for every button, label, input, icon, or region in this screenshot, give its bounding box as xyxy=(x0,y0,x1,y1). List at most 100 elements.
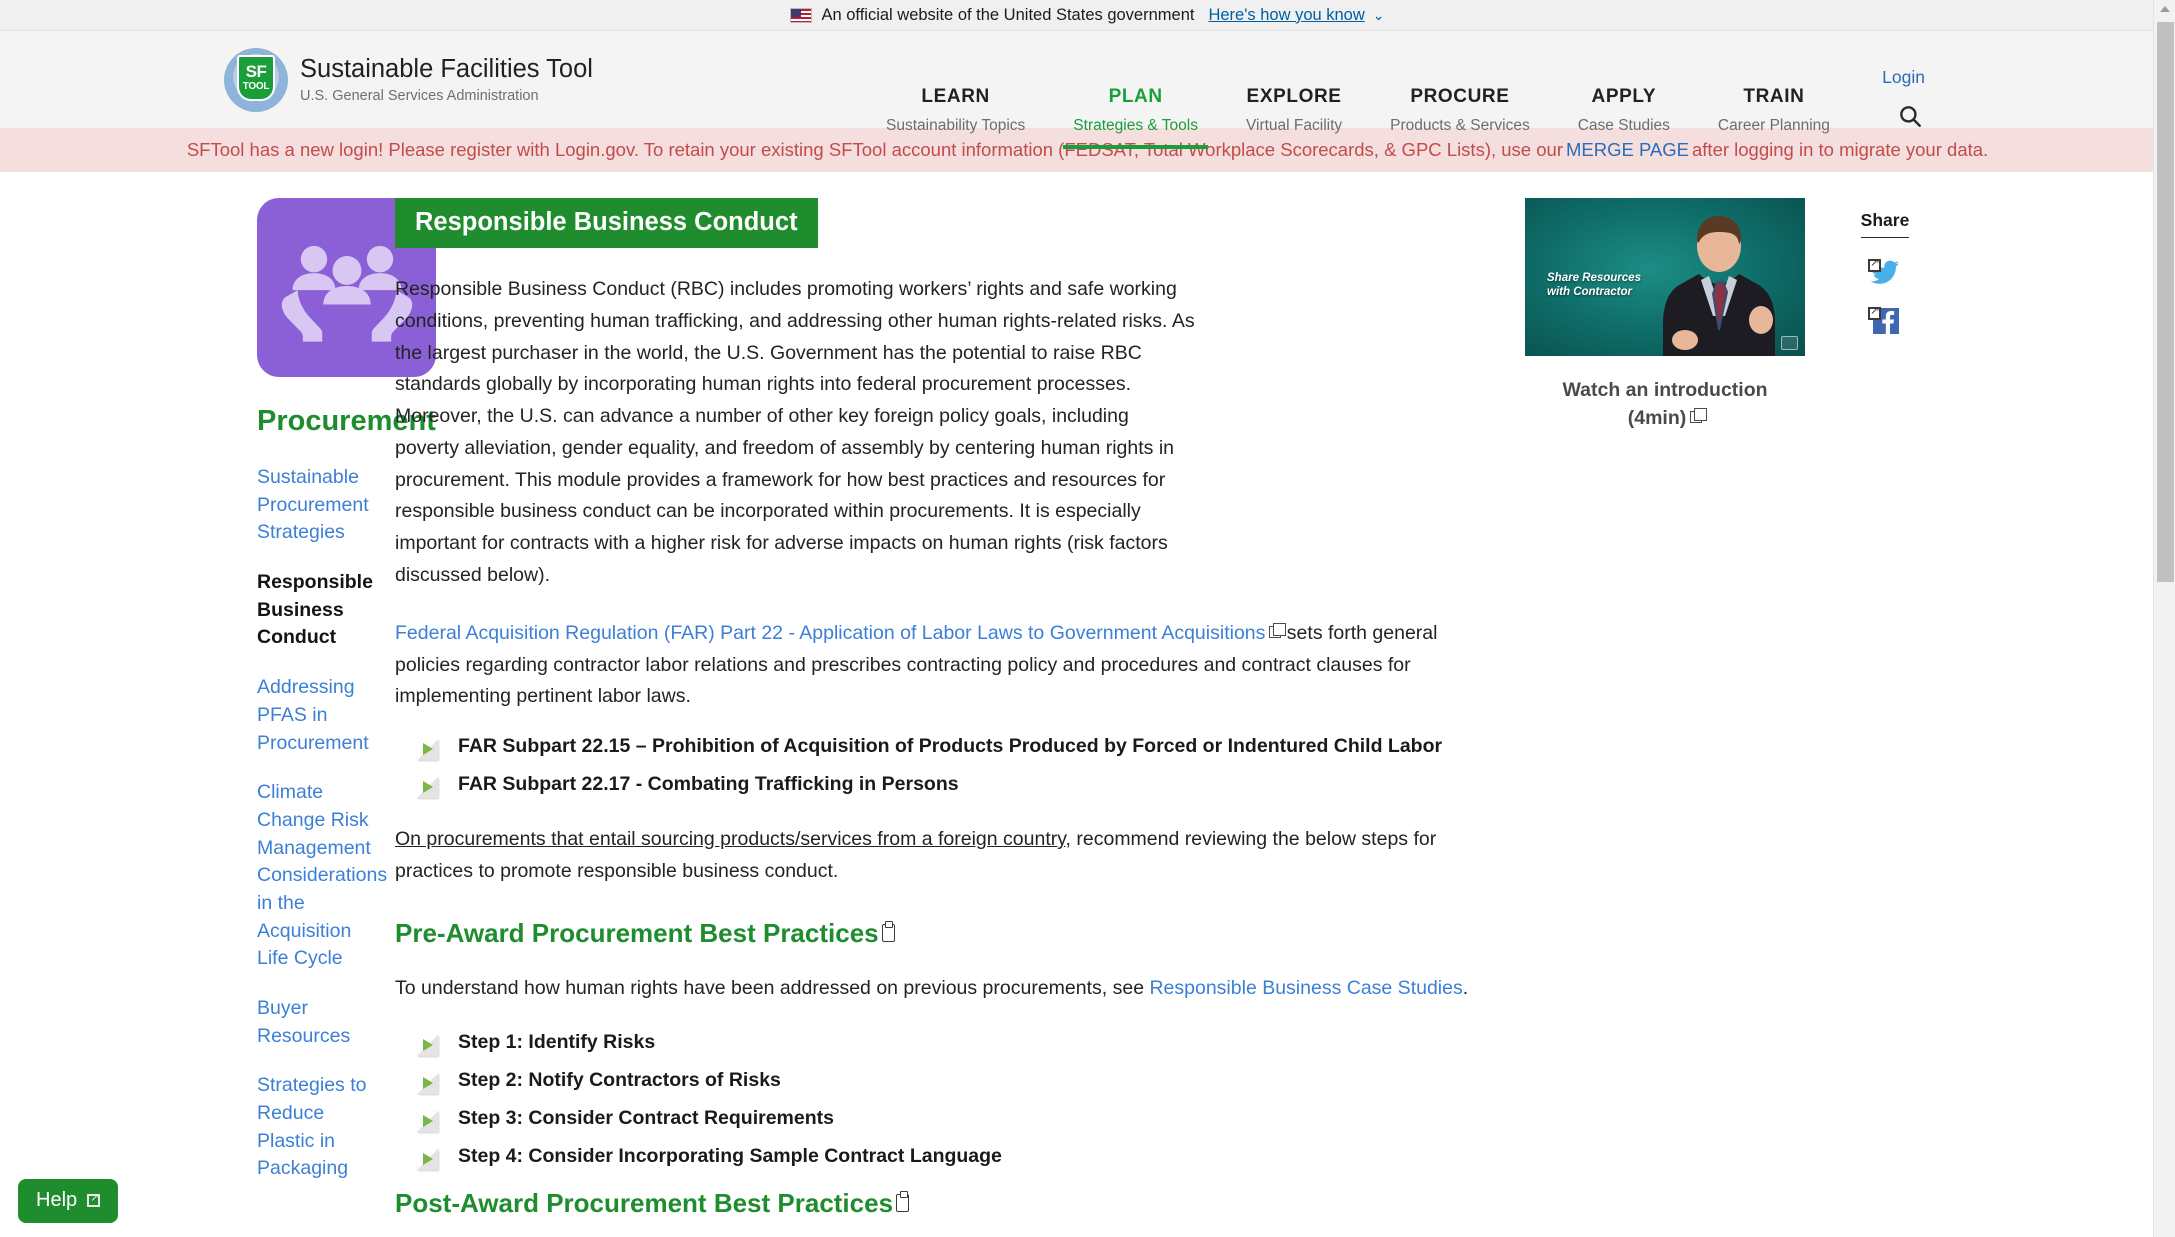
video-caption-line2: (4min) xyxy=(1627,407,1687,430)
clipboard-icon[interactable] xyxy=(896,1191,910,1212)
nav-item-procure[interactable]: PROCURE Products & Services xyxy=(1366,86,1554,135)
sidebar-item-responsible-business-conduct[interactable]: Responsible Business Conduct xyxy=(257,569,379,652)
nav-learn-title: LEARN xyxy=(921,86,990,107)
facebook-share-icon[interactable] xyxy=(1868,304,1900,334)
heres-how-you-know-link[interactable]: Here's how you know xyxy=(1208,6,1364,25)
arrow-right-icon xyxy=(417,1034,438,1056)
pre-award-heading: Pre-Award Procurement Best Practices xyxy=(395,918,1495,949)
brand-logo-link[interactable]: SF TOOL Sustainable Facilities Tool U.S.… xyxy=(224,47,593,112)
gov-banner: An official website of the United States… xyxy=(0,0,2175,31)
list-item[interactable]: Step 2: Notify Contractors of Risks xyxy=(417,1069,1495,1094)
share-title: Share xyxy=(1860,210,1910,238)
gsa-watermark xyxy=(1781,336,1798,350)
nav-item-plan[interactable]: PLAN Strategies & Tools xyxy=(1049,86,1222,149)
sidebar-item-sustainable-procurement-strategies[interactable]: Sustainable Procurement Strategies xyxy=(257,464,379,547)
arrow-right-icon xyxy=(417,1072,438,1094)
sftool-logo-icon: SF TOOL xyxy=(224,47,288,112)
video-caption[interactable]: Watch an introduction (4min) xyxy=(1525,376,1805,433)
responsible-business-case-studies-link[interactable]: Responsible Business Case Studies xyxy=(1149,977,1462,999)
alert-text-before: SFTool has a new login! Please register … xyxy=(186,139,1563,160)
nav-apply-sub: Case Studies xyxy=(1577,117,1670,134)
list-item[interactable]: FAR Subpart 22.15 – Prohibition of Acqui… xyxy=(417,735,1495,761)
arrow-right-icon xyxy=(417,739,438,761)
step-3-label: Step 3: Consider Contract Requirements xyxy=(458,1106,834,1129)
video-thumbnail[interactable]: Share Resources with Contractor xyxy=(1525,198,1805,356)
intro-video-card[interactable]: Share Resources with Contractor Watch an… xyxy=(1525,198,1805,433)
video-rail: Share Resources with Contractor Watch an… xyxy=(1525,198,1825,1237)
arrow-right-icon xyxy=(417,1148,438,1170)
external-link-icon xyxy=(1269,622,1287,638)
brand-subtitle: U.S. General Services Administration xyxy=(300,87,539,104)
case-studies-paragraph: To understand how human rights have been… xyxy=(395,973,1495,1005)
case-studies-after: . xyxy=(1462,976,1469,999)
step-1-label: Step 1: Identify Risks xyxy=(458,1030,656,1053)
search-icon[interactable] xyxy=(1897,103,1923,129)
list-item[interactable]: Step 4: Consider Incorporating Sample Co… xyxy=(417,1145,1495,1170)
sidebar-item-reduce-plastic-packaging[interactable]: Strategies to Reduce Plastic in Packagin… xyxy=(257,1072,379,1183)
far-subpart-2217-label: FAR Subpart 22.17 - Combating Traffickin… xyxy=(458,773,959,796)
external-link-icon xyxy=(1690,408,1708,424)
nav-item-learn[interactable]: LEARN Sustainability Topics xyxy=(862,86,1049,135)
sidebar-title: Procurement xyxy=(257,405,436,437)
nav-item-apply[interactable]: APPLY Case Studies xyxy=(1554,86,1694,135)
sidebar-item-buyer-resources[interactable]: Buyer Resources xyxy=(257,995,379,1050)
pre-award-steps-list: Step 1: Identify Risks Step 2: Notify Co… xyxy=(417,1031,1495,1170)
foreign-sourcing-underlined: On procurements that entail sourcing pro… xyxy=(395,828,1066,851)
nav-plan-sub: Strategies & Tools xyxy=(1073,117,1198,134)
far-paragraph: Federal Acquisition Regulation (FAR) Par… xyxy=(395,618,1495,713)
sidebar: Procurement Sustainable Procurement Stra… xyxy=(0,198,436,1237)
help-button-label: Help xyxy=(36,1189,78,1211)
step-2-label: Step 2: Notify Contractors of Risks xyxy=(458,1068,781,1091)
nav-explore-sub: Virtual Facility xyxy=(1245,117,1343,134)
case-studies-before: To understand how human rights have been… xyxy=(395,976,1150,999)
help-button[interactable]: Help xyxy=(18,1179,119,1223)
intro-paragraph: Responsible Business Conduct (RBC) inclu… xyxy=(395,278,1195,587)
video-overlay-caption: Share Resources with Contractor xyxy=(1547,272,1641,299)
logo-sf-text: SF xyxy=(245,62,267,81)
page-body: Procurement Sustainable Procurement Stra… xyxy=(0,172,2175,1237)
external-link-icon xyxy=(87,1190,100,1207)
scroll-up-arrow-icon[interactable] xyxy=(2160,6,2170,12)
nav-explore-title: EXPLORE xyxy=(1246,86,1342,107)
presenter-image xyxy=(1663,216,1775,356)
post-award-heading: Post-Award Procurement Best Practices xyxy=(395,1188,1495,1219)
page-scrollbar[interactable] xyxy=(2153,0,2175,1237)
merge-page-link[interactable]: MERGE PAGE xyxy=(1563,139,1692,161)
us-flag-icon xyxy=(790,7,813,23)
far-part-22-link[interactable]: Federal Acquisition Regulation (FAR) Par… xyxy=(395,622,1265,644)
share-rail: Share xyxy=(1825,198,1945,1237)
list-item[interactable]: Step 1: Identify Risks xyxy=(417,1031,1495,1056)
scrollbar-thumb[interactable] xyxy=(2157,22,2174,582)
chevron-down-icon[interactable]: ⌄ xyxy=(1373,7,1385,24)
nav-apply-title: APPLY xyxy=(1591,86,1657,107)
brand-title: Sustainable Facilities Tool xyxy=(300,55,593,84)
external-link-icon xyxy=(1868,304,1881,320)
external-link-icon xyxy=(1868,256,1881,272)
sidebar-item-climate-change-risk-management[interactable]: Climate Change Risk Management Considera… xyxy=(257,779,387,973)
list-item[interactable]: FAR Subpart 22.17 - Combating Traffickin… xyxy=(417,773,1495,799)
twitter-share-icon[interactable] xyxy=(1868,256,1900,286)
gov-banner-text: An official website of the United States… xyxy=(821,5,1195,24)
main-navigation: LEARN Sustainability Topics PLAN Strateg… xyxy=(862,86,1854,149)
page-title: Responsible Business Conduct xyxy=(395,198,818,248)
nav-plan-title: PLAN xyxy=(1108,86,1163,107)
nav-procure-sub: Products & Services xyxy=(1390,117,1530,134)
alert-text-after: after logging in to migrate your data. xyxy=(1692,139,1989,160)
video-caption-line1: Watch an introduction xyxy=(1562,379,1768,401)
site-header: SF TOOL Sustainable Facilities Tool U.S.… xyxy=(0,31,2175,149)
pre-award-heading-text: Pre-Award Procurement Best Practices xyxy=(395,917,879,948)
step-4-label: Step 4: Consider Incorporating Sample Co… xyxy=(458,1144,1002,1167)
login-link[interactable]: Login xyxy=(1882,67,1925,88)
nav-train-title: TRAIN xyxy=(1743,86,1805,107)
arrow-right-icon xyxy=(417,1110,438,1132)
main-content: Responsible Business Conduct Responsible… xyxy=(395,198,1525,1237)
people-in-hands-icon xyxy=(281,245,412,342)
arrow-right-icon xyxy=(417,777,438,799)
sidebar-item-addressing-pfas[interactable]: Addressing PFAS in Procurement xyxy=(257,674,379,757)
foreign-sourcing-paragraph: On procurements that entail sourcing pro… xyxy=(395,824,1495,888)
list-item[interactable]: Step 3: Consider Contract Requirements xyxy=(417,1107,1495,1132)
clipboard-icon[interactable] xyxy=(881,921,895,943)
nav-item-explore[interactable]: EXPLORE Virtual Facility xyxy=(1222,86,1366,135)
post-award-heading-text: Post-Award Procurement Best Practices xyxy=(395,1187,894,1218)
nav-item-train[interactable]: TRAIN Career Planning xyxy=(1694,86,1854,135)
